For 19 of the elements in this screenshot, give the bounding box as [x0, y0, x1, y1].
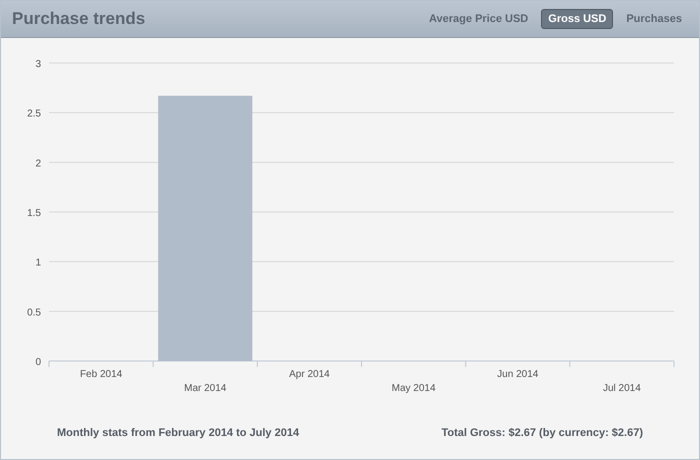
chart-tab[interactable]: Gross USD [541, 9, 614, 29]
summary-text: Monthly stats from February 2014 to July 2014 [57, 427, 300, 439]
axis-label: 2 [35, 158, 41, 170]
axis-label: 0.5 [27, 307, 41, 318]
axis-label: 3 [35, 59, 41, 70]
axis-label: Apr 2014 [289, 369, 330, 380]
axis-label: Jun 2014 [497, 369, 538, 380]
chart-tab[interactable]: Purchases [619, 9, 689, 29]
axis-label: 2.5 [27, 108, 41, 120]
axis-label: Feb 2014 [80, 369, 122, 380]
axis-label: 0 [35, 357, 41, 368]
axis-label: May 2014 [392, 383, 436, 393]
panel-title: Purchase trends [12, 9, 146, 29]
axis-label: Jul 2014 [603, 383, 641, 393]
axis-label: 1.5 [27, 208, 41, 219]
axis-label: 1 [35, 258, 41, 269]
total-text: Total Gross: $2.67 (by currency: $2.67) [441, 427, 643, 439]
chart-tab[interactable]: Average Price USD [422, 9, 536, 29]
axis-label: Mar 2014 [184, 383, 226, 393]
